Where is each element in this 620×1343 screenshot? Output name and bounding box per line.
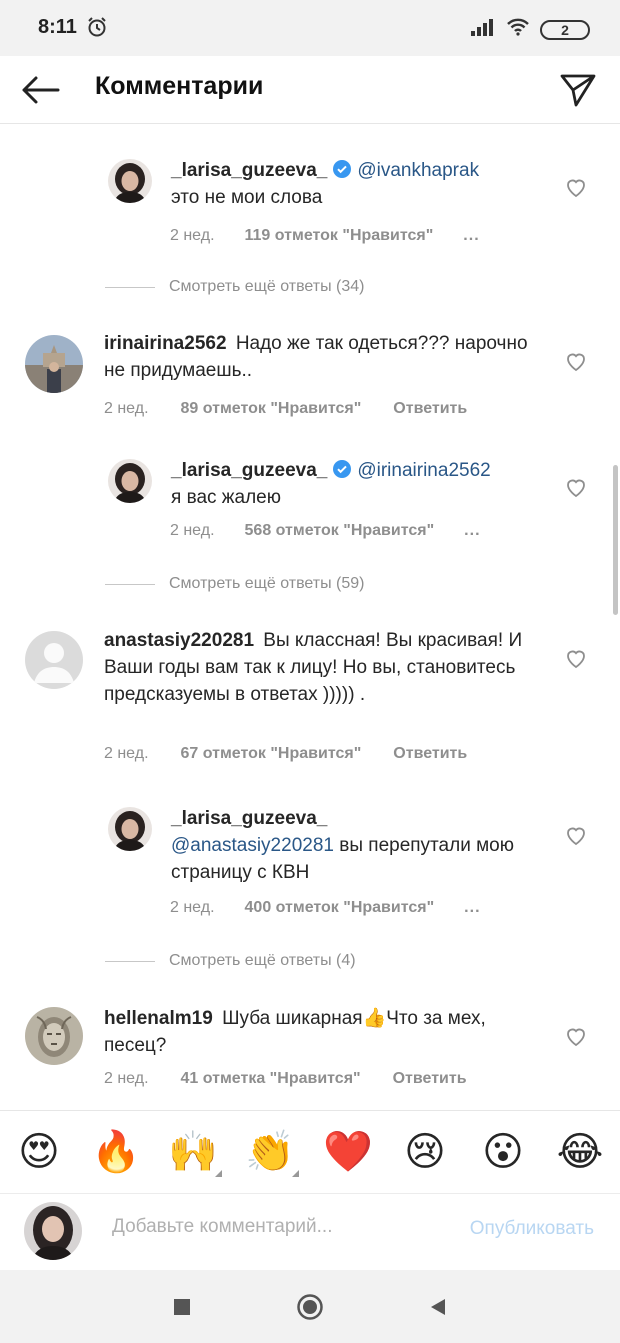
direct-send-icon[interactable]	[554, 66, 602, 114]
comment-composer: Опубликовать	[0, 1194, 620, 1270]
emoji-surprised[interactable]: 😮	[478, 1129, 528, 1175]
comment-username[interactable]: anastasiy220281	[104, 630, 254, 651]
comment-time: 2 нед.	[170, 227, 215, 244]
back-arrow-icon[interactable]	[16, 66, 64, 114]
likes-count[interactable]: 89 отметок "Нравится"	[181, 400, 362, 418]
verified-badge-icon	[333, 160, 352, 178]
mention-link[interactable]: @anastasiy220281	[171, 835, 334, 856]
avatar[interactable]	[25, 335, 83, 393]
view-more-replies[interactable]: Смотреть ещё ответы (59)	[105, 575, 365, 593]
comment-input[interactable]	[112, 1216, 412, 1238]
likes-count[interactable]: 119 отметок "Нравится"	[245, 227, 434, 245]
more-options[interactable]: ...	[464, 899, 480, 917]
comment-time: 2 нед.	[170, 899, 215, 916]
more-options[interactable]: ...	[463, 227, 479, 245]
emoji-tears-of-joy[interactable]: 😂	[555, 1129, 605, 1175]
back-button[interactable]	[421, 1290, 455, 1324]
status-time: 8:11	[38, 16, 77, 38]
comment-time: 2 нед.	[104, 1070, 149, 1087]
avatar[interactable]	[108, 159, 152, 203]
reply-item: _larisa_guzeeva_ @ivankhaprak это не мои …	[0, 157, 620, 257]
heart-icon[interactable]	[564, 475, 588, 499]
divider	[105, 960, 155, 962]
recent-apps-button[interactable]	[165, 1290, 199, 1324]
top-app-bar: Комментарии	[0, 56, 620, 124]
reply-item: _larisa_guzeeva_ @irinairina2562 я вас жа…	[0, 457, 620, 557]
emoji-crying[interactable]: 😢	[400, 1129, 450, 1175]
mention-link[interactable]: @ivankhaprak	[357, 160, 479, 181]
comment-meta: 2 нед. 568 отметок "Нравится" ...	[170, 522, 481, 540]
comment-meta: 2 нед. 119 отметок "Нравится" ...	[170, 227, 480, 245]
comment-item: irinairina2562 Надо же так одеться??? на…	[0, 330, 620, 420]
heart-icon[interactable]	[564, 349, 588, 373]
heart-icon[interactable]	[564, 646, 588, 670]
comments-list[interactable]: _larisa_guzeeva_ @ivankhaprak это не мои …	[0, 125, 620, 1110]
reply-item: _larisa_guzeeva_ @anastasiy220281 вы пер…	[0, 805, 620, 917]
mention-link[interactable]: @irinairina2562	[357, 460, 490, 481]
comment-time: 2 нед.	[170, 522, 215, 539]
comment-time: 2 нед.	[104, 745, 149, 762]
emoji-quick-bar: 😍 🔥 🙌 👏 ❤️ 😢 😮 😂	[0, 1110, 620, 1194]
view-more-replies[interactable]: Смотреть ещё ответы (34)	[105, 278, 365, 296]
comment-meta: 2 нед. 67 отметок "Нравится" Ответить	[104, 745, 467, 763]
system-navigation-bar	[0, 1270, 620, 1343]
alarm-icon	[86, 16, 108, 43]
likes-count[interactable]: 67 отметок "Нравится"	[181, 745, 362, 763]
likes-count[interactable]: 568 отметок "Нравится"	[245, 522, 435, 540]
comment-meta: 2 нед. 400 отметок "Нравится" ...	[170, 899, 481, 917]
emoji-fire[interactable]: 🔥	[91, 1129, 141, 1175]
my-avatar	[24, 1202, 82, 1260]
reply-button[interactable]: Ответить	[393, 400, 467, 418]
comment-username[interactable]: irinairina2562	[104, 333, 227, 354]
emoji-heart-eyes[interactable]: 😍	[14, 1129, 64, 1175]
emoji-red-heart[interactable]: ❤️	[323, 1129, 373, 1175]
page-title: Комментарии	[95, 72, 264, 100]
skin-tone-indicator	[292, 1170, 299, 1177]
more-options[interactable]: ...	[464, 522, 480, 540]
heart-icon[interactable]	[564, 175, 588, 199]
divider	[105, 583, 155, 585]
heart-icon[interactable]	[564, 1024, 588, 1048]
comment-username[interactable]: hellenalm19	[104, 1008, 213, 1029]
divider	[105, 286, 155, 288]
reply-button[interactable]: Ответить	[393, 1070, 467, 1088]
scrollbar-thumb[interactable]	[613, 465, 618, 615]
avatar[interactable]	[108, 807, 152, 851]
wifi-icon	[506, 17, 530, 42]
comment-text: я вас жалею	[171, 487, 281, 508]
battery-indicator: 2	[540, 19, 590, 40]
reply-button[interactable]: Ответить	[393, 745, 467, 763]
publish-button[interactable]: Опубликовать	[470, 1218, 594, 1240]
avatar[interactable]	[108, 459, 152, 503]
avatar[interactable]	[25, 1007, 83, 1065]
likes-count[interactable]: 41 отметка "Нравится"	[181, 1070, 361, 1088]
heart-icon[interactable]	[564, 823, 588, 847]
signal-icon	[470, 17, 496, 42]
comment-item: anastasiy220281 Вы классная! Вы красивая…	[0, 627, 620, 767]
likes-count[interactable]: 400 отметок "Нравится"	[245, 899, 435, 917]
comment-username[interactable]: _larisa_guzeeva_	[171, 808, 327, 829]
view-more-replies[interactable]: Смотреть ещё ответы (4)	[105, 952, 356, 970]
comment-username[interactable]: _larisa_guzeeva_	[171, 460, 327, 481]
verified-badge-icon	[333, 460, 352, 478]
comment-text: это не мои слова	[171, 187, 323, 208]
skin-tone-indicator	[215, 1170, 222, 1177]
comment-item: hellenalm19 Шуба шикарная👍Что за мех, пе…	[0, 1005, 620, 1105]
home-button[interactable]	[293, 1290, 327, 1324]
comment-time: 2 нед.	[104, 400, 149, 417]
comment-meta: 2 нед. 89 отметок "Нравится" Ответить	[104, 400, 467, 418]
status-bar: 8:11 2	[0, 0, 620, 56]
emoji-clapping[interactable]: 👏	[245, 1129, 299, 1177]
comment-username[interactable]: _larisa_guzeeva_	[171, 160, 327, 181]
avatar-placeholder[interactable]	[25, 631, 83, 689]
comment-meta: 2 нед. 41 отметка "Нравится" Ответить	[104, 1070, 467, 1088]
emoji-raised-hands[interactable]: 🙌	[168, 1129, 222, 1177]
